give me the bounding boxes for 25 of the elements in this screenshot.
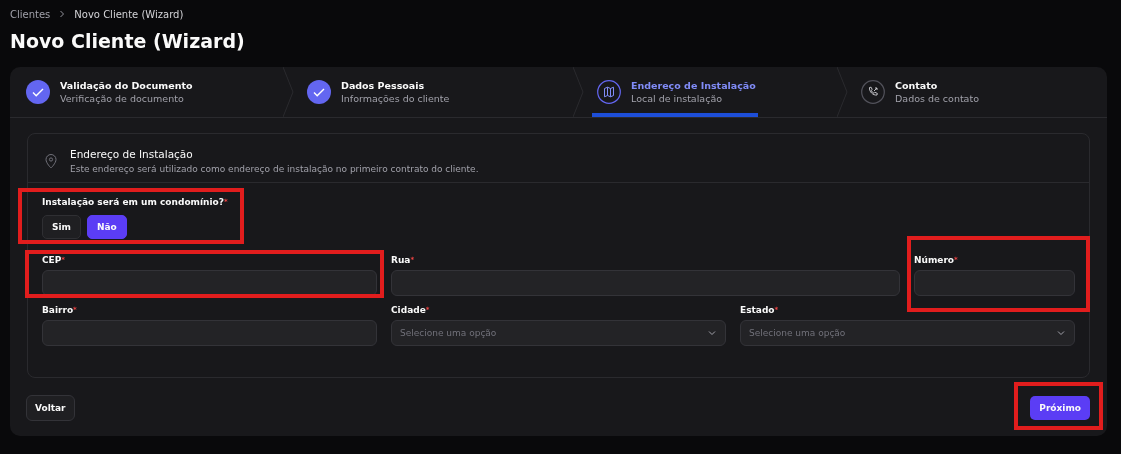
text-field[interactable]	[42, 270, 377, 296]
option-button[interactable]: Sim	[42, 215, 81, 239]
wizard-step[interactable]: Endereço de Instalação Local de instalação	[581, 67, 845, 117]
check-icon	[307, 80, 331, 104]
phone-icon	[861, 80, 885, 104]
option-button[interactable]: Não	[86, 215, 127, 239]
location-pin-icon	[44, 153, 58, 169]
next-button[interactable]: Próximo	[1030, 396, 1090, 420]
text-field[interactable]	[391, 270, 900, 296]
page-title: Novo Cliente (Wizard)	[10, 29, 246, 54]
map-icon	[597, 80, 621, 104]
wizard-step[interactable]: Dados Pessoais Informações do cliente	[291, 67, 581, 117]
wizard-step[interactable]: Contato Dados de contato	[845, 67, 1107, 117]
section-title: Endereço de Instalação	[70, 147, 194, 162]
section-description: Este endereço será utilizado como endereço de instalação no primeiro contrato do cliente.	[70, 163, 479, 176]
text-field[interactable]	[914, 270, 1075, 296]
check-icon	[26, 80, 50, 104]
back-button[interactable]: Voltar	[26, 395, 75, 421]
chevron-down-icon	[707, 328, 717, 338]
wizard-step[interactable]: Validação do Documento Verificação de documento	[10, 67, 291, 117]
breadcrumb-item[interactable]: Clientes	[10, 8, 51, 20]
text-field[interactable]	[42, 320, 377, 346]
chevron-right-icon	[58, 10, 67, 18]
breadcrumb-item: Novo Cliente (Wizard)	[74, 8, 184, 20]
chevron-down-icon	[1056, 328, 1066, 338]
